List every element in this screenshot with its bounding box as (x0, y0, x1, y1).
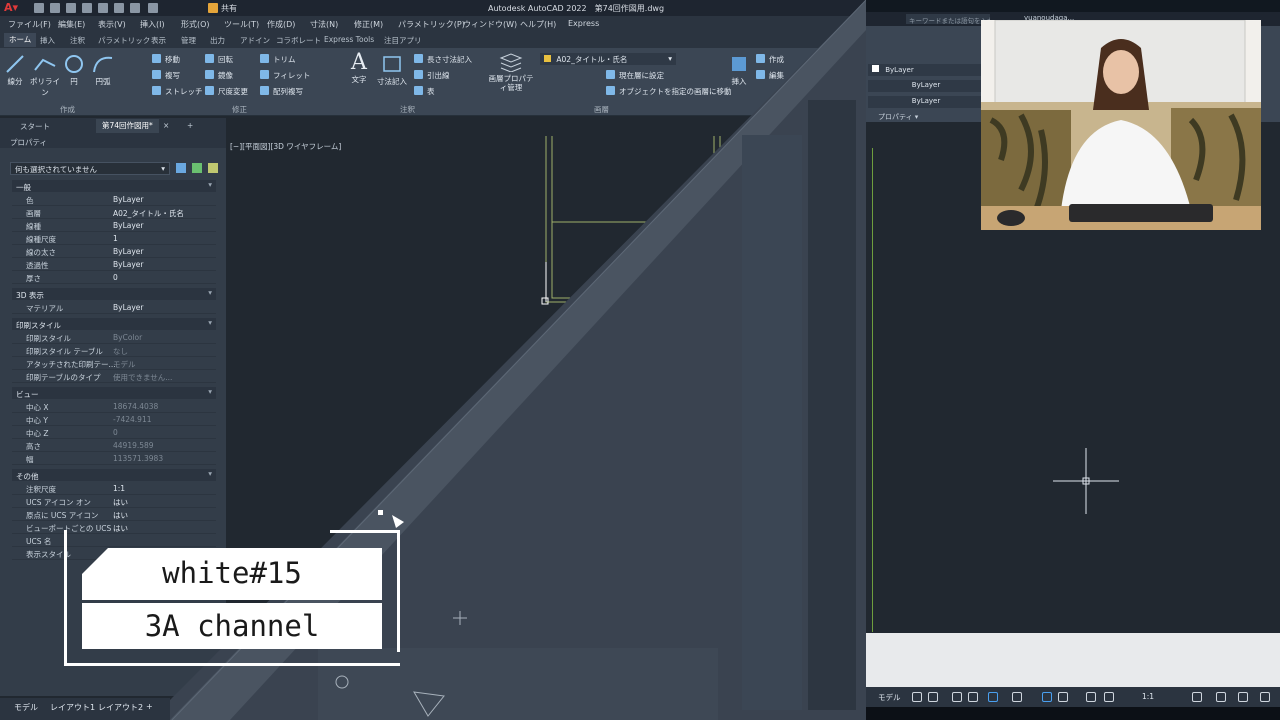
workspace-gear-icon[interactable] (1192, 692, 1202, 702)
bottom-black-strip (866, 707, 1280, 720)
overlay-title: white#15 (162, 556, 302, 590)
selection-cycling-icon[interactable] (1086, 692, 1096, 702)
overlay-title-card: white#15 (82, 548, 382, 600)
overlay-channel-card: 3A channel (82, 603, 382, 649)
linetype-dropdown[interactable]: ByLayer (868, 80, 984, 92)
crosshair-pickbox (541, 297, 549, 305)
model-tab[interactable]: モデル (14, 702, 38, 713)
otrack-icon[interactable] (1012, 692, 1022, 702)
transparency-icon[interactable] (1058, 692, 1068, 702)
webcam-feed (981, 20, 1261, 230)
add-layout-icon[interactable]: + (146, 702, 153, 711)
properties-group-label[interactable]: プロパティ ▾ (878, 112, 918, 122)
grid-icon[interactable] (912, 692, 922, 702)
polar-icon[interactable] (968, 692, 978, 702)
layout1-tab[interactable]: レイアウト1 (50, 702, 95, 713)
overlay-channel: 3A channel (144, 609, 320, 643)
lineweight-dropdown-value: ByLayer (911, 97, 941, 105)
pin-dot (378, 510, 383, 515)
model-space-button[interactable]: モデル (878, 692, 901, 703)
linetype-dropdown-value: ByLayer (911, 81, 941, 89)
customization-icon[interactable] (1260, 692, 1270, 702)
status-bar: モデル 1:1 (866, 687, 1280, 707)
color-dropdown[interactable]: ByLayer (868, 64, 984, 76)
ortho-icon[interactable] (952, 692, 962, 702)
annotation-visibility-icon[interactable] (1104, 692, 1114, 702)
rotated-menu-strip (808, 100, 856, 710)
layout2-tab[interactable]: レイアウト2 (98, 702, 143, 713)
search-input[interactable]: キーワードまたは語句を入力 (906, 14, 990, 24)
annotation-scale[interactable]: 1:1 (1142, 692, 1154, 701)
isolate-objects-icon[interactable] (1238, 692, 1248, 702)
color-dropdown-value: ByLayer (885, 66, 914, 74)
osnap-icon[interactable] (988, 692, 998, 702)
color-swatch-icon (872, 65, 879, 72)
right-top-strip (866, 0, 1280, 12)
rotated-ribbon-strip (742, 135, 802, 710)
presenter-image (981, 20, 1261, 230)
lineweight-dropdown[interactable]: ByLayer (868, 96, 984, 108)
lineweight-icon[interactable] (1042, 692, 1052, 702)
annotation-monitor-icon[interactable] (1216, 692, 1226, 702)
snap-icon[interactable] (928, 692, 938, 702)
command-line-area[interactable] (866, 633, 1280, 687)
layout-tab-bar: モデル レイアウト1 レイアウト2 + (0, 698, 170, 720)
